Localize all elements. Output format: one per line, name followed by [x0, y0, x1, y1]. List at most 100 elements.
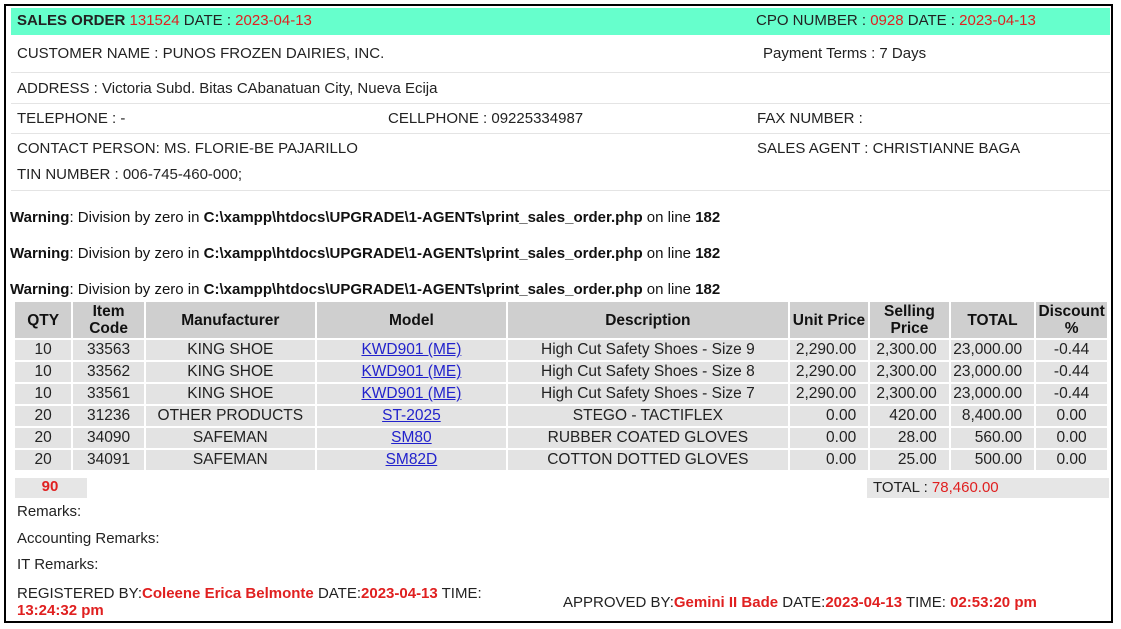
description-cell: High Cut Safety Shoes - Size 7 — [508, 384, 788, 404]
model-cell: KWD901 (ME) — [316, 362, 506, 382]
table-row: 20 34091 SAFEMAN SM82D COTTON DOTTED GLO… — [15, 450, 1107, 470]
selling-price-cell: 28.00 — [870, 428, 949, 448]
model-link[interactable]: SM80 — [391, 429, 432, 446]
qty-cell: 10 — [15, 384, 72, 404]
sales-order-info: SALES ORDER 131524 DATE : 2023-04-13 — [17, 12, 312, 29]
php-warning: Warning: Division by zero in C:\xampp\ht… — [10, 281, 721, 298]
address: ADDRESS : Victoria Subd. Bitas CAbanatua… — [17, 80, 438, 97]
customer-row: CUSTOMER NAME : PUNOS FROZEN DAIRIES, IN… — [11, 38, 1110, 73]
contact-person: CONTACT PERSON: MS. FLORIE-BE PAJARILLO — [17, 140, 358, 157]
tin-number: TIN NUMBER : 006-745-460-000; — [17, 166, 243, 183]
qty-cell: 20 — [15, 428, 72, 448]
model-link[interactable]: KWD901 (ME) — [361, 385, 461, 402]
grand-total-value: 78,460.00 — [931, 479, 999, 496]
column-header: Unit Price — [789, 302, 869, 338]
registered-date: 2023-04-13 — [361, 585, 438, 602]
column-header: Description — [508, 302, 788, 338]
table-row: 10 33561 KING SHOE KWD901 (ME) High Cut … — [15, 384, 1107, 404]
php-warning: Warning: Division by zero in C:\xampp\ht… — [10, 245, 721, 262]
manufacturer-cell: KING SHOE — [145, 384, 315, 404]
model-link[interactable]: KWD901 (ME) — [361, 341, 461, 358]
column-header: Discount % — [1036, 302, 1107, 338]
table-row: 10 33562 KING SHOE KWD901 (ME) High Cut … — [15, 362, 1107, 382]
column-header: Item Code — [73, 302, 144, 338]
discount-cell: 0.00 — [1036, 406, 1107, 426]
address-row: ADDRESS : Victoria Subd. Bitas CAbanatua… — [11, 73, 1110, 104]
description-cell: High Cut Safety Shoes - Size 9 — [508, 340, 788, 360]
approved-date: 2023-04-13 — [825, 594, 903, 611]
column-header: Manufacturer — [145, 302, 315, 338]
model-cell: KWD901 (ME) — [316, 384, 506, 404]
approved-label: APPROVED BY: — [563, 594, 674, 611]
unit-price-cell: 2,290.00 — [789, 362, 869, 382]
selling-price-cell: 2,300.00 — [870, 362, 949, 382]
total-cell: 23,000.00 — [950, 340, 1035, 360]
manufacturer-cell: KING SHOE — [145, 340, 315, 360]
column-header: Selling Price — [870, 302, 949, 338]
registered-date-label: DATE: — [313, 585, 362, 602]
model-link[interactable]: KWD901 (ME) — [361, 363, 461, 380]
item-code-cell: 34090 — [73, 428, 144, 448]
unit-price-cell: 2,290.00 — [789, 340, 869, 360]
sales-order-label: SALES ORDER — [17, 12, 126, 29]
remarks-label: Remarks: — [17, 503, 82, 520]
registered-by: REGISTERED BY:Coleene Erica Belmonte DAT… — [17, 585, 517, 619]
item-code-cell: 33561 — [73, 384, 144, 404]
approved-date-label: DATE: — [778, 594, 826, 611]
discount-cell: -0.44 — [1036, 362, 1107, 382]
date-label: DATE : — [183, 12, 231, 29]
cpo-info: CPO NUMBER : 0928 DATE : 2023-04-13 — [756, 12, 1036, 29]
cpo-date-label: DATE : — [907, 12, 955, 29]
cpo-number: 0928 — [870, 12, 904, 29]
registered-label: REGISTERED BY: — [17, 585, 143, 602]
discount-cell: 0.00 — [1036, 428, 1107, 448]
unit-price-cell: 0.00 — [789, 406, 869, 426]
discount-cell: -0.44 — [1036, 384, 1107, 404]
description-cell: RUBBER COATED GLOVES — [508, 428, 788, 448]
payment-terms: Payment Terms : 7 Days — [763, 45, 927, 62]
totals-bar: 90 TOTAL : 78,460.00 — [15, 478, 1109, 498]
customer-name: CUSTOMER NAME : PUNOS FROZEN DAIRIES, IN… — [17, 45, 385, 62]
it-remarks-label: IT Remarks: — [17, 556, 99, 573]
discount-cell: 0.00 — [1036, 450, 1107, 470]
description-cell: High Cut Safety Shoes - Size 8 — [508, 362, 788, 382]
phone-row: TELEPHONE : - CELLPHONE : 09225334987 FA… — [11, 104, 1110, 134]
selling-price-cell: 2,300.00 — [870, 340, 949, 360]
accounting-remarks-label: Accounting Remarks: — [17, 530, 160, 547]
total-cell: 560.00 — [950, 428, 1035, 448]
total-label: TOTAL : — [873, 479, 928, 496]
item-code-cell: 33562 — [73, 362, 144, 382]
unit-price-cell: 2,290.00 — [789, 384, 869, 404]
column-header: TOTAL — [950, 302, 1035, 338]
total-cell: 500.00 — [950, 450, 1035, 470]
total-cell: 23,000.00 — [950, 384, 1035, 404]
cpo-date: 2023-04-13 — [959, 12, 1036, 29]
approved-by: APPROVED BY:Gemini II Bade DATE:2023-04-… — [563, 594, 1037, 611]
discount-cell: -0.44 — [1036, 340, 1107, 360]
sales-order-header: SALES ORDER 131524 DATE : 2023-04-13 CPO… — [11, 8, 1110, 35]
registered-by-name: Coleene Erica Belmonte — [142, 585, 314, 602]
item-code-cell: 31236 — [73, 406, 144, 426]
column-header: QTY — [15, 302, 72, 338]
model-cell: ST-2025 — [316, 406, 506, 426]
unit-price-cell: 0.00 — [789, 450, 869, 470]
model-cell: KWD901 (ME) — [316, 340, 506, 360]
approved-by-name: Gemini II Bade — [673, 594, 779, 611]
model-link[interactable]: ST-2025 — [382, 407, 441, 424]
column-header: Model — [316, 302, 506, 338]
cellphone: CELLPHONE : 09225334987 — [388, 110, 584, 127]
item-code-cell: 34091 — [73, 450, 144, 470]
description-cell: STEGO - TACTIFLEX — [508, 406, 788, 426]
model-link[interactable]: SM82D — [386, 451, 438, 468]
selling-price-cell: 2,300.00 — [870, 384, 949, 404]
item-code-cell: 33563 — [73, 340, 144, 360]
model-cell: SM80 — [316, 428, 506, 448]
selling-price-cell: 25.00 — [870, 450, 949, 470]
table-row: 20 31236 OTHER PRODUCTS ST-2025 STEGO - … — [15, 406, 1107, 426]
php-warning: Warning: Division by zero in C:\xampp\ht… — [10, 209, 721, 226]
sales-order-number: 131524 — [129, 12, 180, 29]
qty-total: 90 — [15, 478, 85, 498]
qty-cell: 10 — [15, 362, 72, 382]
qty-cell: 20 — [15, 406, 72, 426]
sales-order-date: 2023-04-13 — [235, 12, 312, 29]
